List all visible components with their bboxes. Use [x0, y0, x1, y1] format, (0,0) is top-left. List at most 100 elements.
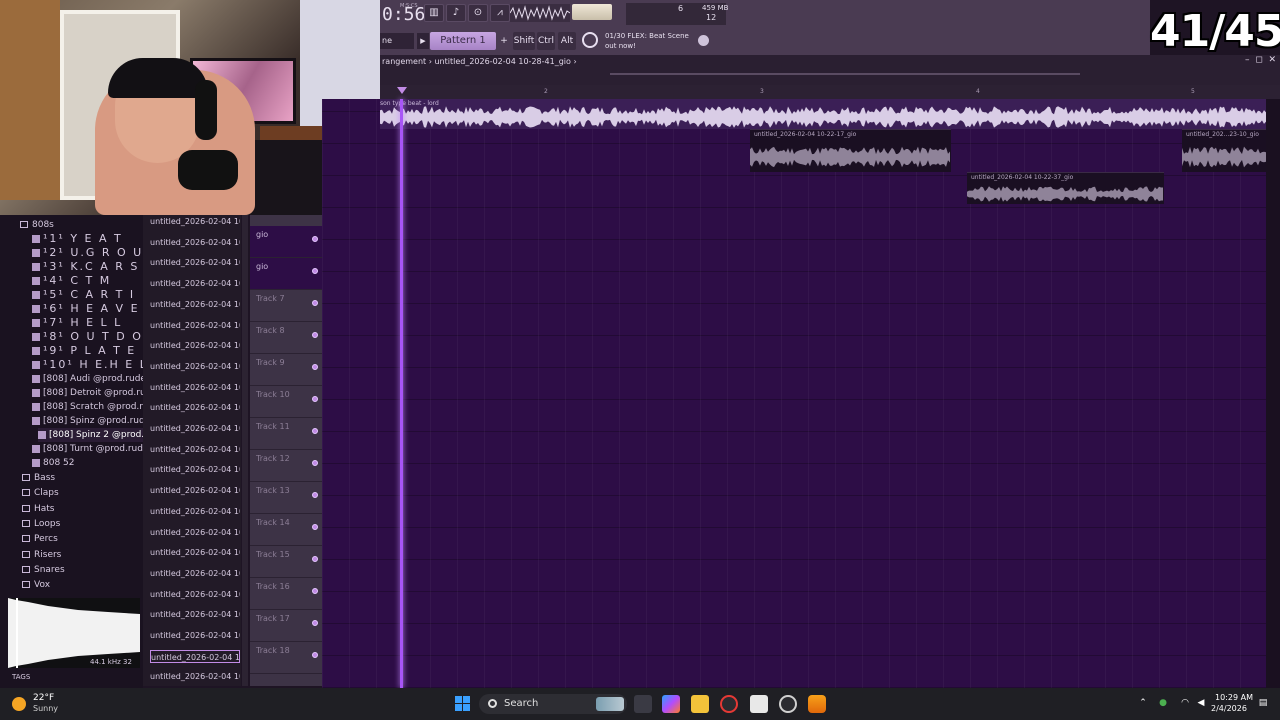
track-header[interactable]: gio: [250, 258, 322, 290]
pattern-clip-item[interactable]: untitled_2026-02-04 10-...: [150, 505, 240, 518]
track-header[interactable]: Track 8: [250, 322, 322, 354]
track-enable-icon[interactable]: [312, 652, 318, 658]
track-header[interactable]: Track 14: [250, 514, 322, 546]
master-volume-slider[interactable]: [572, 4, 612, 20]
track-header[interactable]: Track 10: [250, 386, 322, 418]
clock-date[interactable]: 2/4/2026: [1211, 704, 1247, 713]
browser-sample-item[interactable]: [808] Spinz 2 @prod.rude: [38, 428, 143, 442]
track-header[interactable]: Track 12: [250, 450, 322, 482]
pattern-clip-item[interactable]: untitled_2026-02-04 10-...: [150, 649, 240, 663]
shift-button[interactable]: Shift: [513, 32, 535, 50]
pattern-clip-item[interactable]: untitled_2026-02-04 10-...: [150, 360, 240, 373]
browser-folder[interactable]: Percs: [22, 532, 143, 546]
browser-folder[interactable]: Vox: [22, 578, 143, 592]
add-pattern-button[interactable]: +: [498, 33, 510, 49]
file-explorer-icon[interactable]: [691, 695, 709, 713]
track-header[interactable]: Track 11: [250, 418, 322, 450]
browser-sample-item[interactable]: ¹1¹ Y E A T: [32, 232, 143, 246]
pattern-clip-item[interactable]: untitled_2026-02-04 10-...: [150, 381, 240, 394]
browser-sample-item[interactable]: [808] Detroit @prod.rude: [32, 386, 143, 400]
horizontal-scrollbar[interactable]: [610, 73, 1080, 75]
pattern-clip-item[interactable]: untitled_2026-02-04 10-...: [150, 277, 240, 290]
browser-sample-item[interactable]: ¹3¹ K.C A R S O N: [32, 260, 143, 274]
pattern-clip-item[interactable]: untitled_2026-02-04 10-...: [150, 298, 240, 311]
clip-list-scrollbar[interactable]: [242, 215, 248, 686]
browser-sample-item[interactable]: ¹8¹ O U T D O O R: [32, 330, 143, 344]
pattern-clip-item[interactable]: untitled_2026-02-04 10-...: [150, 422, 240, 435]
browser-sample-item[interactable]: [808] Audi @prod.rude: [32, 372, 143, 386]
track-enable-icon[interactable]: [312, 428, 318, 434]
track-enable-icon[interactable]: [312, 524, 318, 530]
track-header[interactable]: Track 17: [250, 610, 322, 642]
track-enable-icon[interactable]: [312, 364, 318, 370]
browser-sample-item[interactable]: ¹4¹ C T M: [32, 274, 143, 288]
track-enable-icon[interactable]: [312, 620, 318, 626]
pattern-clip-item[interactable]: untitled_2026-02-04 10-...: [150, 339, 240, 352]
pattern-clip-item[interactable]: untitled_2026-02-04 10-...: [150, 256, 240, 269]
browser-sample-item[interactable]: 808 52: [32, 456, 143, 470]
browser-folder[interactable]: Risers: [22, 548, 143, 562]
browser-folder[interactable]: Snares: [22, 563, 143, 577]
pattern-clip-item[interactable]: untitled_2026-02-04 10-...: [150, 443, 240, 456]
chrome-icon[interactable]: [779, 695, 797, 713]
track-enable-icon[interactable]: [312, 460, 318, 466]
playhead[interactable]: [400, 99, 403, 688]
playhead-marker-icon[interactable]: [397, 87, 407, 94]
volume-icon[interactable]: ◀: [1196, 698, 1206, 708]
track-header[interactable]: Track 15: [250, 546, 322, 578]
track-enable-icon[interactable]: [312, 236, 318, 242]
notification-icon[interactable]: ▤: [1258, 698, 1268, 708]
track-header[interactable]: Track 18: [250, 642, 322, 674]
browser-sample-item[interactable]: [808] Turnt @prod.rude: [32, 442, 143, 456]
weather-condition[interactable]: Sunny: [33, 704, 58, 713]
browser-folder[interactable]: Loops: [22, 517, 143, 531]
browser-sample-item[interactable]: ¹5¹ C A R T I: [32, 288, 143, 302]
track-header[interactable]: Track 9: [250, 354, 322, 386]
ctrl-button[interactable]: Ctrl: [537, 32, 555, 50]
track-header[interactable]: gio: [250, 226, 322, 258]
news-panel[interactable]: 01/30 FLEX: Beat Scene out now!: [605, 31, 701, 51]
pattern-selector[interactable]: Pattern 1: [430, 32, 496, 50]
wait-record-icon[interactable]: ⊙: [468, 4, 488, 22]
track-enable-icon[interactable]: [312, 396, 318, 402]
pattern-clip-item[interactable]: untitled_2026-02-04 10-...: [150, 236, 240, 249]
track-enable-icon[interactable]: [312, 492, 318, 498]
copilot-icon[interactable]: [662, 695, 680, 713]
track-enable-icon[interactable]: [312, 332, 318, 338]
track-enable-icon[interactable]: [312, 588, 318, 594]
pattern-clip-item[interactable]: untitled_2026-02-04 10-...: [150, 567, 240, 580]
track-header[interactable]: Track 13: [250, 482, 322, 514]
browser-sample-item[interactable]: ¹7¹ H E L L: [32, 316, 143, 330]
pattern-clip-item[interactable]: untitled_2026-02-04 10-...: [150, 608, 240, 621]
weather-temperature[interactable]: 22°F: [33, 693, 54, 703]
browser-folder[interactable]: Claps: [22, 486, 143, 500]
chevron-up-icon[interactable]: ⌃: [1138, 698, 1148, 708]
typing-keyboard-icon[interactable]: ♪: [446, 4, 466, 22]
tags-label[interactable]: TAGS: [12, 673, 30, 681]
store-icon[interactable]: [750, 695, 768, 713]
wifi-icon[interactable]: ◠: [1180, 698, 1190, 708]
metronome-icon[interactable]: ⩘: [490, 4, 510, 22]
pattern-clip-item[interactable]: untitled_2026-02-04 10-...: [150, 215, 240, 228]
news-icon[interactable]: [582, 32, 598, 48]
sun-icon[interactable]: [12, 697, 26, 711]
audio-clip-main[interactable]: son type beat - lord: [380, 99, 1266, 129]
pattern-clip-item[interactable]: untitled_2026-02-04 10-...: [150, 319, 240, 332]
track-enable-icon[interactable]: [312, 556, 318, 562]
audio-clip[interactable]: untitled_2026-02-04 10-22-37_gio: [967, 172, 1164, 204]
minimize-icon[interactable]: –: [1245, 55, 1250, 65]
browser-folder-808s[interactable]: 808s: [20, 218, 163, 232]
track-enable-icon[interactable]: [312, 268, 318, 274]
audio-clip[interactable]: untitled_2026-02-04 10-22-17_gio: [750, 129, 951, 172]
timeline-ruler[interactable]: 2 3 4 5: [380, 85, 1280, 99]
browser-sample-item[interactable]: ¹6¹ H E A V E N: [32, 302, 143, 316]
clock-time[interactable]: 10:29 AM: [1215, 693, 1253, 702]
close-icon[interactable]: ✕: [1268, 55, 1276, 65]
pattern-clip-item[interactable]: untitled_2026-02-04 10-...: [150, 670, 240, 683]
maximize-icon[interactable]: ◻: [1255, 55, 1262, 65]
vertical-scrollbar[interactable]: [1266, 99, 1280, 688]
windows-start-icon[interactable]: [455, 696, 471, 712]
track-header[interactable]: Track 7: [250, 290, 322, 322]
pattern-clip-item[interactable]: untitled_2026-02-04 10-...: [150, 401, 240, 414]
browser-sample-item[interactable]: [808] Scratch @prod.rude: [32, 400, 143, 414]
